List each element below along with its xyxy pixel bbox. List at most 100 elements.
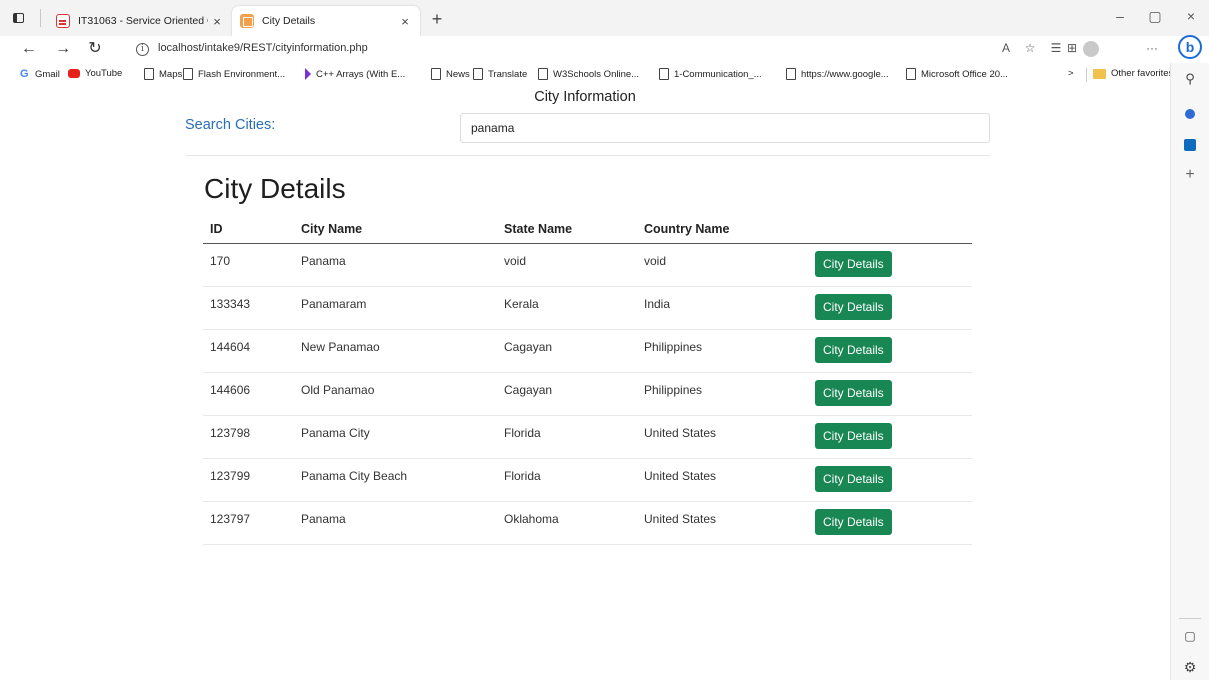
tab-actions-icon[interactable] [10, 10, 26, 26]
hide-sidebar-icon[interactable]: ▢ [1180, 626, 1200, 646]
page-icon [906, 68, 916, 80]
city-details-button[interactable]: City Details [815, 508, 892, 535]
cell-action: City Details [808, 243, 972, 287]
cell-state-name: Florida [497, 415, 637, 459]
cell-country-name: Philippines [637, 372, 808, 416]
cell-id: 144604 [203, 329, 294, 373]
page-icon [183, 68, 193, 80]
forward-icon[interactable]: → [54, 40, 72, 58]
bookmark-gmail[interactable]: G Gmail [20, 68, 60, 80]
close-window-button[interactable]: × [1181, 8, 1201, 24]
pdf-favicon-icon [56, 14, 70, 28]
cell-city-name: New Panamao [294, 329, 497, 373]
cell-action: City Details [808, 458, 972, 502]
restore-button[interactable]: ▢ [1145, 8, 1165, 25]
search-icon[interactable]: ⚲ [1180, 69, 1200, 89]
bookmark-cpp[interactable]: C++ Arrays (With E... [305, 68, 405, 80]
bookmark-google[interactable]: https://www.google... [786, 68, 889, 80]
cell-id: 144606 [203, 372, 294, 416]
tab-city-details[interactable]: City Details × [232, 6, 420, 36]
table-row: 123799 Panama City Beach Florida United Sta… [203, 458, 972, 502]
bookmarks-separator [1086, 68, 1087, 82]
bookmark-translate[interactable]: Translate [473, 68, 527, 80]
edge-sidebar: ⚲ + ▢ ⚙ [1170, 63, 1209, 680]
back-icon[interactable]: ← [20, 40, 38, 58]
gear-icon[interactable]: ⚙ [1180, 657, 1200, 677]
read-aloud-icon[interactable]: A [997, 41, 1015, 55]
bookmark-label: W3Schools Online... [553, 68, 640, 80]
city-details-button[interactable]: City Details [815, 422, 892, 449]
sidebar-divider [1179, 618, 1201, 619]
cell-country-name: United States [637, 501, 808, 545]
bookmark-label: Other favorites [1111, 68, 1174, 79]
page-icon [473, 68, 483, 80]
cell-state-name: Cagayan [497, 372, 637, 416]
bookmarks-overflow-icon[interactable]: > [1068, 68, 1074, 79]
address-bar: ← → ↻ i localhost/intake9/REST/cityinfor… [0, 36, 1209, 63]
table-row: 144604 New Panamao Cagayan Philippines City … [203, 329, 972, 373]
tab-service-oriented[interactable]: IT31063 - Service Oriented Comp × [48, 6, 232, 36]
city-details-button[interactable]: City Details [815, 379, 892, 406]
url-field[interactable]: localhost/intake9/REST/cityinformation.p… [158, 42, 368, 54]
profile-avatar[interactable] [1083, 41, 1099, 57]
bookmark-news[interactable]: News [431, 68, 470, 80]
city-details-button[interactable]: City Details [815, 250, 892, 277]
cell-city-name: Old Panamao [294, 372, 497, 416]
bookmark-label: Flash Environment... [198, 68, 286, 80]
search-input[interactable] [460, 113, 990, 143]
cell-action: City Details [808, 286, 972, 330]
more-menu-icon[interactable]: ··· [1143, 41, 1161, 55]
page-icon [786, 68, 796, 80]
bookmark-label: https://www.google... [801, 68, 889, 80]
cell-city-name: Panama City [294, 415, 497, 459]
page-icon [659, 68, 669, 80]
column-header-city: City Name [294, 216, 497, 244]
cell-action: City Details [808, 372, 972, 416]
cell-action: City Details [808, 329, 972, 373]
shopping-icon[interactable] [1180, 104, 1200, 124]
page-icon [144, 68, 154, 80]
cell-city-name: Panama City Beach [294, 458, 497, 502]
bookmark-w3schools[interactable]: W3Schools Online... [538, 68, 639, 80]
site-info-icon[interactable]: i [136, 43, 149, 56]
search-label: Search Cities: [185, 117, 276, 133]
bookmark-maps[interactable]: Maps [144, 68, 182, 80]
page-icon [431, 68, 441, 80]
google-icon: G [20, 68, 29, 80]
cell-id: 123799 [203, 458, 294, 502]
add-favorite-icon[interactable]: ☆ [1021, 41, 1039, 55]
cell-country-name: void [637, 243, 808, 287]
city-details-button[interactable]: City Details [815, 293, 892, 320]
cell-country-name: United States [637, 415, 808, 459]
tab-close-icon[interactable]: × [208, 14, 226, 29]
column-header-country: Country Name [637, 216, 808, 244]
cell-id: 123797 [203, 501, 294, 545]
tab-close-icon[interactable]: × [396, 14, 414, 29]
bookmarks-bar: G Gmail YouTube Maps Flash Environment..… [0, 63, 1173, 85]
cell-country-name: Philippines [637, 329, 808, 373]
city-details-button[interactable]: City Details [815, 465, 892, 492]
bookmark-office[interactable]: Microsoft Office 20... [906, 68, 1008, 80]
minimize-button[interactable]: – [1110, 8, 1130, 24]
city-details-button[interactable]: City Details [815, 336, 892, 363]
new-tab-button[interactable]: + [428, 9, 446, 30]
cpp-icon [305, 68, 311, 80]
table-row: 133343 Panamaram Kerala India City Details [203, 286, 972, 330]
cell-state-name: Oklahoma [497, 501, 637, 545]
bookmark-communication[interactable]: 1-Communication_... [659, 68, 762, 80]
bookmark-label: Maps [159, 68, 183, 80]
folder-icon [1093, 68, 1106, 79]
collections-icon[interactable]: ⊞ [1063, 41, 1081, 55]
reload-icon[interactable]: ↻ [86, 40, 104, 58]
cell-id: 133343 [203, 286, 294, 330]
bing-chat-icon[interactable]: b [1178, 35, 1202, 59]
divider [186, 155, 990, 156]
add-sidebar-app-icon[interactable]: + [1180, 165, 1200, 185]
bookmark-youtube[interactable]: YouTube [68, 68, 122, 79]
bookmark-label: News [446, 68, 470, 80]
bookmark-other-favorites[interactable]: Other favorites [1093, 68, 1173, 79]
table-row: 123798 Panama City Florida United States Cit… [203, 415, 972, 459]
cell-city-name: Panama [294, 243, 497, 287]
bookmark-flash[interactable]: Flash Environment... [183, 68, 285, 80]
outlook-icon[interactable] [1180, 135, 1200, 155]
